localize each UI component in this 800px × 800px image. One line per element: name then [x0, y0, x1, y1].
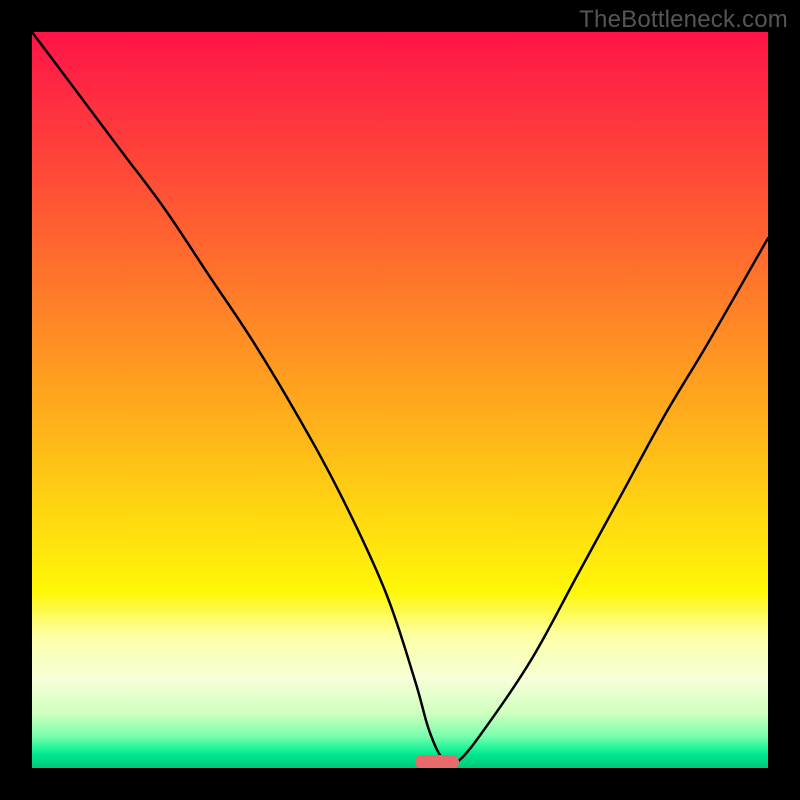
- optimum-marker: [415, 755, 459, 768]
- gradient-background: [32, 32, 768, 768]
- watermark-text: TheBottleneck.com: [579, 6, 788, 34]
- chart-frame: TheBottleneck.com: [0, 0, 800, 800]
- plot-area: [32, 32, 768, 768]
